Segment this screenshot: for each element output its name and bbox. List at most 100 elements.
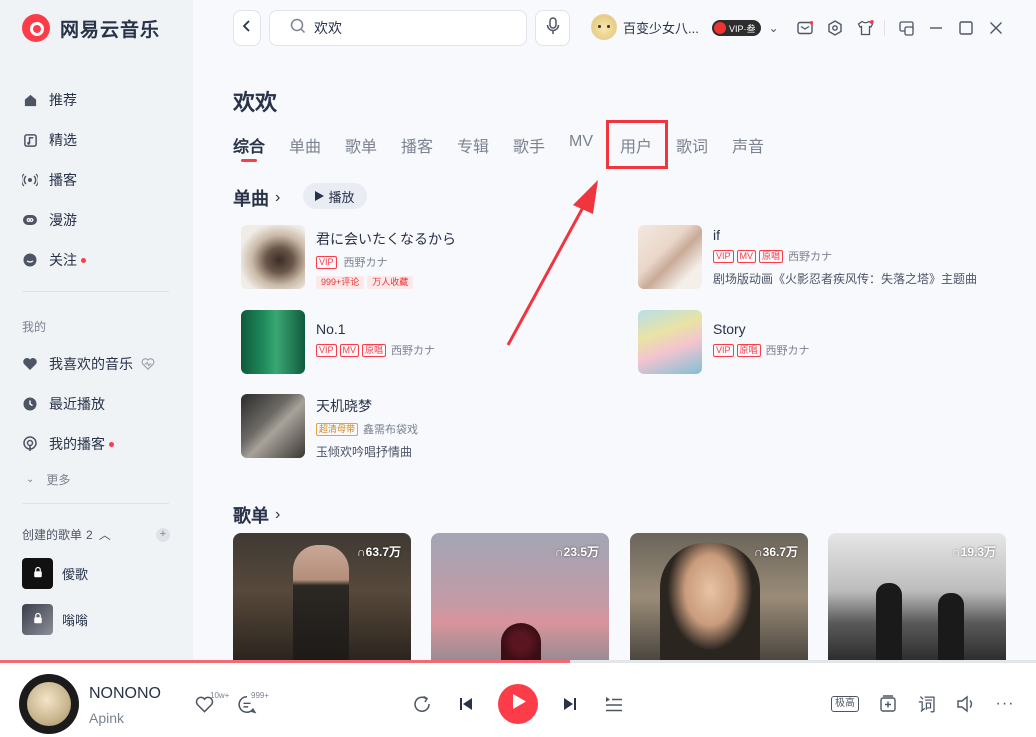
previous-track-icon[interactable] bbox=[456, 694, 476, 714]
microphone-icon bbox=[546, 16, 560, 40]
minimize-icon[interactable] bbox=[927, 19, 945, 37]
chevron-left-icon bbox=[242, 19, 252, 38]
song-artist[interactable]: 西野カナ bbox=[788, 248, 832, 264]
voice-search-button[interactable] bbox=[535, 10, 570, 46]
song-artist[interactable]: 西野カナ bbox=[766, 342, 810, 358]
song-artist[interactable]: 西野カナ bbox=[391, 342, 435, 358]
playlist-cover bbox=[22, 557, 53, 589]
tab-mv[interactable]: MV bbox=[569, 133, 593, 151]
song-title: No.1 bbox=[316, 321, 346, 337]
playlist-card[interactable]: ∩63.7万 bbox=[233, 533, 411, 661]
app-name: 网易云音乐 bbox=[60, 19, 161, 41]
clock-icon bbox=[22, 396, 38, 412]
repeat-icon[interactable] bbox=[411, 693, 433, 715]
search-input[interactable] bbox=[314, 20, 514, 36]
nav-featured[interactable]: 精选 bbox=[22, 128, 77, 152]
chevron-right-icon: › bbox=[275, 189, 281, 206]
back-button[interactable] bbox=[233, 10, 261, 46]
sidebar-playlist-item[interactable]: 嗡嗡 bbox=[22, 603, 88, 635]
headphone-icon: ∩ bbox=[554, 545, 564, 559]
sound-quality-button[interactable]: 极高 bbox=[831, 696, 859, 712]
chevron-down-icon[interactable]: ⌄ bbox=[769, 21, 779, 35]
volume-icon[interactable] bbox=[955, 693, 977, 715]
song-item[interactable]: 天机晓梦 超清母带 鑫需布袋戏 玉倾欢吟唱抒情曲 bbox=[241, 394, 418, 460]
play-count: ∩63.7万 bbox=[356, 545, 401, 559]
maximize-icon[interactable] bbox=[957, 19, 975, 37]
sidebar-playlist-item[interactable]: 僾歌 bbox=[22, 557, 88, 589]
playlists-section-header[interactable]: 歌单 › bbox=[233, 502, 280, 528]
user-profile[interactable]: 百变少女八... bbox=[591, 14, 699, 40]
my-section-label: 我的 bbox=[22, 320, 47, 334]
lyrics-button[interactable]: 词 bbox=[915, 692, 939, 716]
comment-count: 999+ bbox=[251, 691, 270, 700]
tab-lyrics[interactable]: 歌词 bbox=[676, 133, 708, 157]
vip-badge[interactable]: VIP·叁 ⌄ bbox=[712, 20, 779, 36]
mv-tag[interactable]: MV bbox=[736, 249, 757, 263]
playlist-cover bbox=[22, 603, 53, 635]
settings-icon[interactable] bbox=[826, 19, 844, 37]
add-playlist-icon[interactable]: + bbox=[156, 527, 170, 542]
sidebar: 网易云音乐 推荐 精选 播客 漫游 关注 我的 我喜欢的音乐 最近播放 我的播客… bbox=[0, 0, 193, 661]
search-box[interactable] bbox=[269, 10, 527, 46]
play-all-button[interactable]: 播放 bbox=[303, 183, 367, 209]
tab-playlists[interactable]: 歌单 bbox=[345, 133, 377, 157]
nav-my-podcast[interactable]: 我的播客 bbox=[22, 432, 114, 456]
song-title: Story bbox=[713, 321, 746, 337]
song-item[interactable]: 君に会いたくなるから VIP 西野カナ 999+评论 万人收藏 bbox=[241, 225, 456, 289]
song-title: 君に会いたくなるから bbox=[316, 231, 456, 247]
close-icon[interactable] bbox=[987, 19, 1005, 37]
mini-mode-icon[interactable] bbox=[897, 19, 915, 37]
song-artist[interactable]: 鑫需布袋戏 bbox=[363, 421, 418, 437]
play-icon bbox=[315, 189, 325, 204]
nav-podcast[interactable]: 播客 bbox=[22, 168, 77, 192]
song-item[interactable]: Story VIP 原唱 西野カナ bbox=[638, 310, 810, 374]
playlist-queue-icon[interactable] bbox=[603, 693, 625, 715]
song-cover bbox=[241, 394, 305, 458]
mv-tag[interactable]: MV bbox=[339, 343, 360, 357]
created-playlists-header[interactable]: 创建的歌单 2 ︿ + bbox=[22, 526, 170, 543]
play-pause-button[interactable] bbox=[498, 684, 538, 724]
heart-icon bbox=[22, 356, 38, 372]
tab-artists[interactable]: 歌手 bbox=[513, 133, 545, 157]
now-playing-cover[interactable] bbox=[19, 674, 79, 734]
more-toggle[interactable]: ⌄ 更多 bbox=[26, 467, 70, 491]
nav-follow[interactable]: 关注 bbox=[22, 248, 86, 272]
vip-tag: VIP bbox=[713, 249, 734, 263]
nav-recommend[interactable]: 推荐 bbox=[22, 88, 77, 112]
chevron-down-icon: ⌄ bbox=[26, 473, 35, 485]
more-options-icon[interactable]: ··· bbox=[994, 693, 1016, 715]
song-artist[interactable]: 西野カナ bbox=[344, 254, 388, 270]
created-playlists-count: 2 bbox=[86, 527, 93, 542]
nav-roam[interactable]: 漫游 bbox=[22, 208, 77, 232]
nav-recent-play[interactable]: 最近播放 bbox=[22, 392, 105, 416]
playlist-card[interactable]: ∩19.3万 bbox=[828, 533, 1006, 661]
song-item[interactable]: if VIP MV 原唱 西野カナ 剧场版动画《火影忍者疾风传：失落之塔》主题曲 bbox=[638, 225, 977, 289]
player-bar: NONONO Apink 10w+ 999+ 极高 词 ··· bbox=[0, 663, 1036, 737]
collect-badge: 万人收藏 bbox=[367, 276, 414, 289]
songs-section-header[interactable]: 单曲 › bbox=[233, 185, 280, 211]
tab-all[interactable]: 综合 bbox=[233, 133, 265, 162]
playlist-card[interactable]: ∩23.5万 bbox=[431, 533, 609, 661]
tab-songs[interactable]: 单曲 bbox=[289, 133, 321, 157]
notification-dot bbox=[109, 441, 114, 447]
hifi-master-tag: 超清母带 bbox=[316, 422, 359, 436]
song-description: 玉倾欢吟唱抒情曲 bbox=[316, 445, 413, 459]
song-item[interactable]: No.1 VIP MV 原唱 西野カナ bbox=[241, 310, 435, 374]
chevron-up-icon[interactable]: ︿ bbox=[99, 526, 111, 543]
nav-liked-music[interactable]: 我喜欢的音乐 bbox=[22, 352, 155, 376]
lock-icon bbox=[32, 566, 44, 581]
add-to-playlist-icon[interactable] bbox=[877, 693, 899, 715]
song-description: 剧场版动画《火影忍者疾风传：失落之塔》主题曲 bbox=[713, 272, 978, 286]
playlist-card[interactable]: ∩36.7万 bbox=[630, 533, 808, 661]
message-icon[interactable] bbox=[796, 19, 814, 37]
skin-icon[interactable] bbox=[856, 19, 874, 37]
track-title[interactable]: NONONO bbox=[89, 685, 161, 703]
avatar bbox=[591, 14, 617, 40]
tab-sounds[interactable]: 声音 bbox=[732, 133, 764, 157]
heartbeat-mode-icon[interactable] bbox=[141, 357, 155, 371]
tab-albums[interactable]: 专辑 bbox=[457, 133, 489, 157]
next-track-icon[interactable] bbox=[560, 694, 580, 714]
track-artist[interactable]: Apink bbox=[89, 710, 124, 726]
app-logo[interactable]: 网易云音乐 bbox=[22, 14, 160, 42]
tab-podcasts[interactable]: 播客 bbox=[401, 133, 433, 157]
